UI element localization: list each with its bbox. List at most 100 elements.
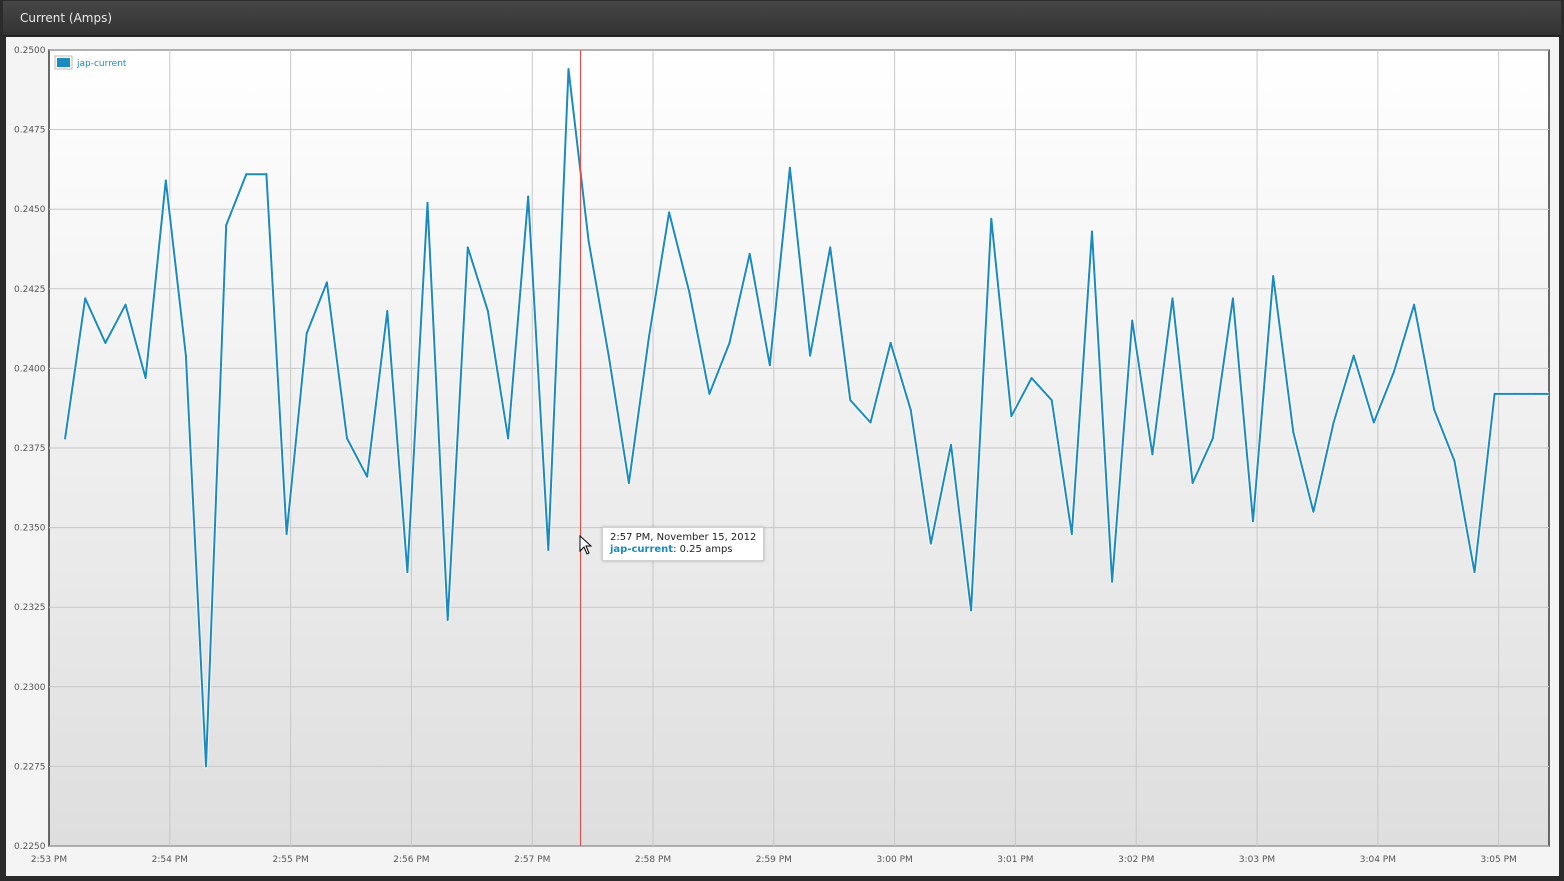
y-tick-label: 0.2275 (14, 762, 46, 772)
data-point[interactable] (426, 201, 429, 204)
data-point[interactable] (486, 310, 489, 313)
data-point[interactable] (849, 399, 852, 402)
data-point[interactable] (1473, 571, 1476, 574)
x-tick-label: 3:00 PM (877, 855, 913, 865)
data-point[interactable] (829, 246, 832, 249)
data-point[interactable] (1050, 399, 1053, 402)
data-point[interactable] (1292, 431, 1295, 434)
data-point[interactable] (909, 408, 912, 411)
x-tick-label: 2:59 PM (756, 855, 792, 865)
data-point[interactable] (406, 571, 409, 574)
y-axis-ticks: 0.2250 0.2275 0.2300 0.2325 0.2350 0.2375 0.24… (14, 46, 46, 852)
data-point[interactable] (990, 217, 993, 220)
data-point[interactable] (1010, 415, 1013, 418)
data-point[interactable] (1131, 319, 1134, 322)
data-point[interactable] (466, 246, 469, 249)
data-point[interactable] (587, 240, 590, 243)
x-tick-label: 3:02 PM (1118, 855, 1154, 865)
data-point[interactable] (124, 303, 127, 306)
data-point[interactable] (164, 179, 167, 182)
data-point[interactable] (1231, 297, 1234, 300)
x-tick-label: 2:58 PM (635, 855, 671, 865)
data-point[interactable] (1070, 532, 1073, 535)
data-point[interactable] (970, 609, 973, 612)
data-point[interactable] (627, 482, 630, 485)
data-point[interactable] (708, 392, 711, 395)
data-point[interactable] (1533, 392, 1536, 395)
tooltip-series-row: jap-current: 0.25 amps (610, 544, 756, 556)
data-point[interactable] (929, 542, 932, 545)
data-point[interactable] (1272, 275, 1275, 278)
data-point[interactable] (1332, 421, 1335, 424)
data-point[interactable] (265, 173, 268, 176)
data-point[interactable] (950, 443, 953, 446)
x-tick-label: 3:03 PM (1239, 855, 1275, 865)
data-point[interactable] (325, 281, 328, 284)
data-point[interactable] (345, 437, 348, 440)
data-point[interactable] (366, 475, 369, 478)
data-point[interactable] (1413, 303, 1416, 306)
data-point[interactable] (507, 437, 510, 440)
data-point[interactable] (1090, 230, 1093, 233)
y-tick-label: 0.2300 (14, 683, 46, 693)
data-point[interactable] (1493, 392, 1496, 395)
y-tick-label: 0.2400 (14, 364, 46, 374)
y-tick-label: 0.2475 (14, 126, 46, 136)
data-point[interactable] (144, 376, 147, 379)
data-point[interactable] (809, 354, 812, 357)
data-point[interactable] (1191, 482, 1194, 485)
data-point[interactable] (1453, 459, 1456, 462)
data-point[interactable] (446, 618, 449, 621)
data-point[interactable] (668, 211, 671, 214)
x-tick-label: 2:56 PM (393, 855, 429, 865)
x-tick-label: 2:55 PM (272, 855, 308, 865)
data-point[interactable] (1392, 370, 1395, 373)
data-point[interactable] (1030, 376, 1033, 379)
data-point[interactable] (728, 341, 731, 344)
data-point[interactable] (648, 335, 650, 338)
data-point[interactable] (607, 354, 610, 357)
data-point[interactable] (1151, 453, 1154, 456)
data-point[interactable] (567, 68, 570, 71)
x-tick-label: 3:01 PM (997, 855, 1033, 865)
data-point[interactable] (305, 332, 308, 335)
data-point[interactable] (1252, 520, 1255, 523)
data-point[interactable] (748, 252, 751, 255)
data-point[interactable] (1171, 297, 1174, 300)
tooltip-time: 2:57 PM, November 15, 2012 (610, 532, 757, 543)
x-tick-label: 2:54 PM (152, 855, 188, 865)
data-point[interactable] (1352, 354, 1355, 357)
data-point[interactable] (1111, 580, 1114, 583)
data-point[interactable] (1211, 437, 1214, 440)
y-tick-label: 0.2375 (14, 444, 46, 454)
data-point[interactable] (205, 765, 208, 768)
data-point[interactable] (1312, 510, 1315, 513)
y-tick-label: 0.2325 (14, 603, 46, 613)
x-tick-label: 2:57 PM (514, 855, 550, 865)
y-tick-label: 0.2425 (14, 285, 46, 295)
data-point[interactable] (64, 437, 67, 440)
data-point[interactable] (225, 224, 228, 227)
y-tick-label: 0.2250 (14, 842, 46, 852)
data-point[interactable] (184, 354, 187, 357)
y-tick-label: 0.2450 (14, 205, 46, 215)
data-point[interactable] (1433, 408, 1436, 411)
data-point[interactable] (1372, 421, 1375, 424)
line-chart[interactable]: 0.2250 0.2275 0.2300 0.2325 0.2350 0.2375 0.24… (0, 0, 1564, 881)
data-point[interactable] (245, 173, 248, 176)
data-point[interactable] (84, 297, 87, 300)
legend-label[interactable]: jap-current (76, 59, 127, 69)
data-point[interactable] (1513, 392, 1516, 395)
data-point[interactable] (869, 421, 872, 424)
data-point[interactable] (527, 195, 530, 198)
data-point[interactable] (285, 532, 288, 535)
x-axis-ticks: 2:53 PM 2:54 PM 2:55 PM 2:56 PM 2:57 PM 2:58 … (31, 855, 1517, 865)
tooltip-series-name: jap-current (610, 544, 674, 555)
data-point[interactable] (386, 310, 389, 313)
data-point[interactable] (547, 548, 550, 551)
data-point[interactable] (104, 341, 107, 344)
data-point[interactable] (768, 364, 771, 367)
data-point[interactable] (688, 290, 691, 293)
data-point[interactable] (788, 166, 791, 169)
data-point[interactable] (889, 341, 892, 344)
